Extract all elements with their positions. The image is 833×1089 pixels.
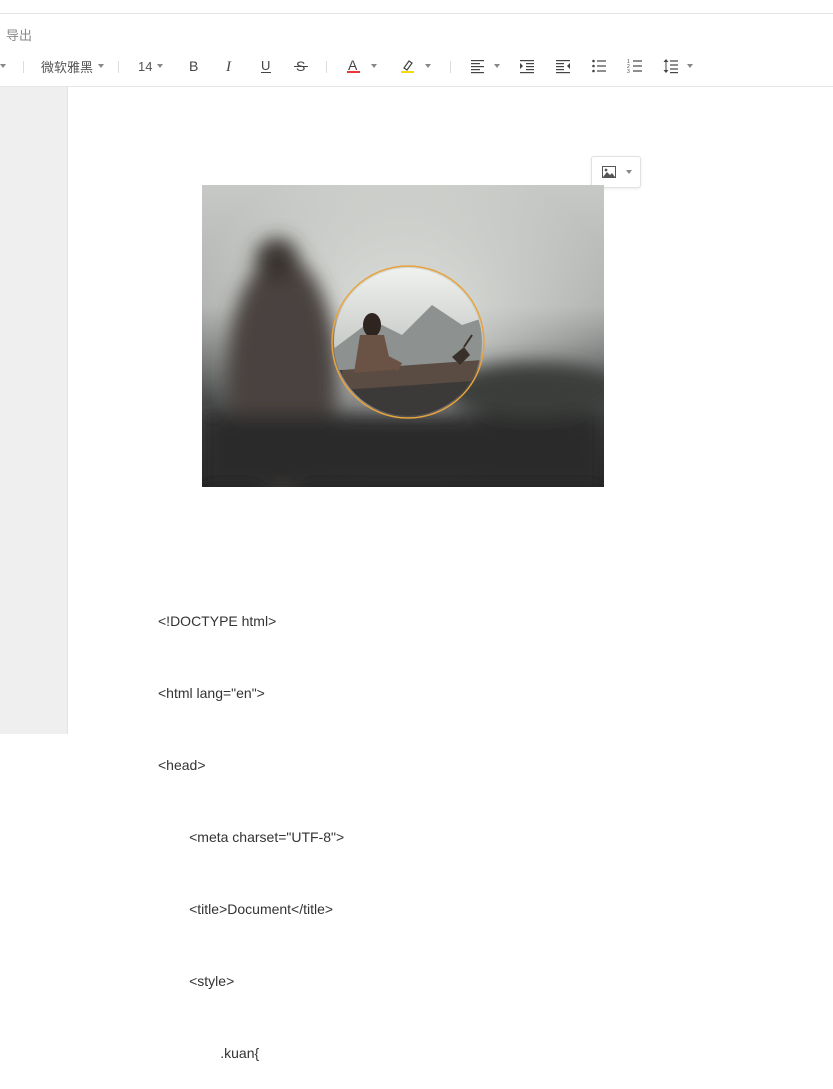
highlight-icon <box>401 60 414 73</box>
strikethrough-icon: S <box>294 58 308 74</box>
code-block: <!DOCTYPE html> <html lang="en"> <head> … <box>158 561 344 1089</box>
italic-icon: I <box>225 59 232 74</box>
export-menu-item[interactable]: 导出 <box>6 25 32 44</box>
underline-button[interactable]: U <box>258 46 274 86</box>
strikethrough-button[interactable]: S <box>293 46 309 86</box>
chevron-down-icon <box>425 64 431 68</box>
bold-button[interactable]: B <box>186 46 202 86</box>
indent-increase-button[interactable] <box>519 46 535 86</box>
align-left-icon <box>471 60 484 74</box>
image-picture <box>202 185 604 487</box>
menu-bar: 导出 <box>0 0 833 46</box>
bullet-list-icon <box>592 59 606 73</box>
numbered-list-icon: 123 <box>627 59 642 74</box>
font-family-select[interactable]: 微软雅黑 <box>41 46 105 86</box>
font-color-button[interactable]: A <box>346 46 377 86</box>
align-button[interactable] <box>470 46 500 86</box>
bold-icon: B <box>189 58 198 74</box>
font-family-value: 微软雅黑 <box>41 59 94 75</box>
svg-text:3: 3 <box>627 69 630 74</box>
toolbar-divider <box>450 61 451 73</box>
code-line: <title>Document</title> <box>158 901 334 917</box>
chevron-down-icon <box>157 64 164 68</box>
image-options-button[interactable] <box>591 156 641 188</box>
chevron-down-icon <box>687 64 693 68</box>
underline-icon: U <box>261 58 271 73</box>
toolbar-divider <box>23 61 24 73</box>
chevron-down-icon <box>626 170 632 174</box>
code-line: .kuan{ <box>158 1045 260 1061</box>
top-divider <box>0 13 833 14</box>
numbered-list-button[interactable]: 123 <box>627 46 643 86</box>
chevron-down-icon <box>98 64 105 68</box>
font-size-select[interactable]: 14 <box>138 46 164 86</box>
line-height-icon <box>663 59 678 74</box>
italic-button[interactable]: I <box>222 46 238 86</box>
indent-increase-icon <box>520 60 534 74</box>
left-gutter <box>0 87 68 734</box>
toolbar-divider <box>118 61 119 73</box>
highlight-button[interactable] <box>400 46 431 86</box>
formatting-toolbar: 微软雅黑 14 B I U S A 123 <box>0 46 833 87</box>
svg-text:U: U <box>261 58 270 73</box>
font-color-icon: A <box>347 58 360 73</box>
indent-decrease-button[interactable] <box>555 46 571 86</box>
inserted-image[interactable] <box>202 185 604 487</box>
font-size-value: 14 <box>138 58 153 74</box>
chevron-down-icon <box>494 64 500 68</box>
code-line: <!DOCTYPE html> <box>158 613 277 629</box>
bullet-list-button[interactable] <box>591 46 607 86</box>
svg-text:B: B <box>189 58 198 74</box>
image-icon <box>602 166 616 178</box>
indent-decrease-icon <box>556 60 570 74</box>
code-line: <meta charset="UTF-8"> <box>158 829 345 845</box>
svg-text:I: I <box>225 59 232 74</box>
svg-text:A: A <box>348 58 358 73</box>
code-line: <html lang="en"> <box>158 685 265 701</box>
code-line: <head> <box>158 757 206 773</box>
toolbar-previous-dropdown[interactable] <box>0 46 6 86</box>
toolbar-divider <box>326 61 327 73</box>
chevron-down-icon <box>371 64 377 68</box>
code-line: <style> <box>158 973 235 989</box>
line-height-button[interactable] <box>663 46 693 86</box>
chevron-down-icon <box>0 64 6 68</box>
